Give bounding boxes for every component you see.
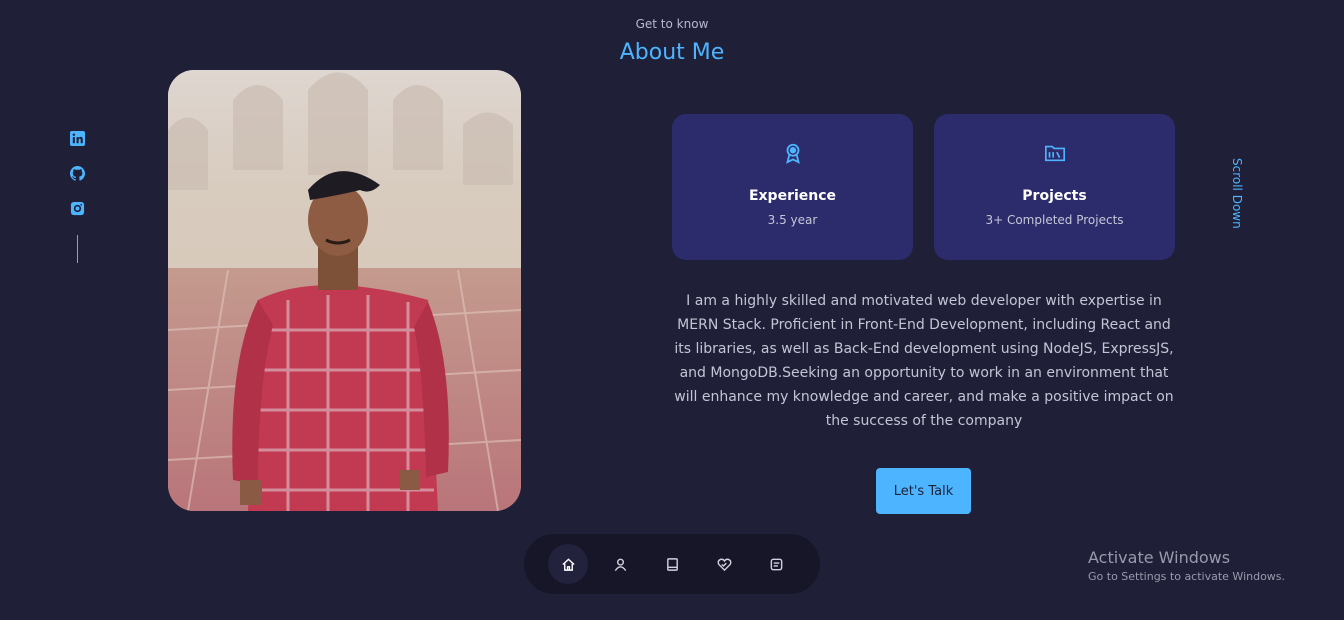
windows-watermark: Activate Windows Go to Settings to activ… bbox=[1088, 548, 1285, 583]
header-subtitle: Get to know bbox=[635, 17, 709, 31]
bottom-nav bbox=[524, 534, 820, 594]
folder-icon bbox=[1044, 142, 1066, 164]
experience-value: 3.5 year bbox=[767, 213, 818, 227]
profile-photo bbox=[168, 70, 521, 511]
watermark-subtitle: Go to Settings to activate Windows. bbox=[1088, 570, 1286, 583]
services-icon bbox=[717, 558, 731, 571]
watermark-title: Activate Windows bbox=[1088, 548, 1231, 567]
linkedin-link[interactable] bbox=[69, 130, 85, 146]
scroll-down-link[interactable]: Scroll Down bbox=[1230, 158, 1244, 238]
home-icon bbox=[561, 557, 575, 571]
book-icon bbox=[666, 557, 678, 571]
projects-title: Projects bbox=[1022, 188, 1087, 204]
nav-experience[interactable] bbox=[652, 544, 692, 584]
github-link[interactable] bbox=[69, 165, 85, 181]
instagram-link[interactable] bbox=[69, 200, 85, 216]
page-title: About Me bbox=[619, 40, 725, 65]
about-description: I am a highly skilled and motivated web … bbox=[674, 293, 1174, 429]
experience-title: Experience bbox=[748, 188, 837, 204]
nav-about[interactable] bbox=[600, 544, 640, 584]
projects-value: 3+ Completed Projects bbox=[985, 213, 1124, 227]
user-icon bbox=[614, 558, 626, 571]
projects-card: Projects 3+ Completed Projects bbox=[934, 114, 1175, 260]
lets-talk-button[interactable]: Let's Talk bbox=[876, 468, 971, 514]
message-icon bbox=[770, 558, 782, 570]
github-icon bbox=[69, 165, 85, 181]
profile-photo-image bbox=[168, 70, 521, 511]
award-icon bbox=[782, 142, 804, 164]
social-links bbox=[68, 130, 86, 263]
experience-card: Experience 3.5 year bbox=[672, 114, 913, 260]
nav-services[interactable] bbox=[704, 544, 744, 584]
social-divider-line bbox=[76, 235, 78, 263]
instagram-icon bbox=[70, 201, 84, 215]
nav-home[interactable] bbox=[548, 544, 588, 584]
nav-contact[interactable] bbox=[756, 544, 796, 584]
linkedin-icon bbox=[69, 130, 85, 146]
